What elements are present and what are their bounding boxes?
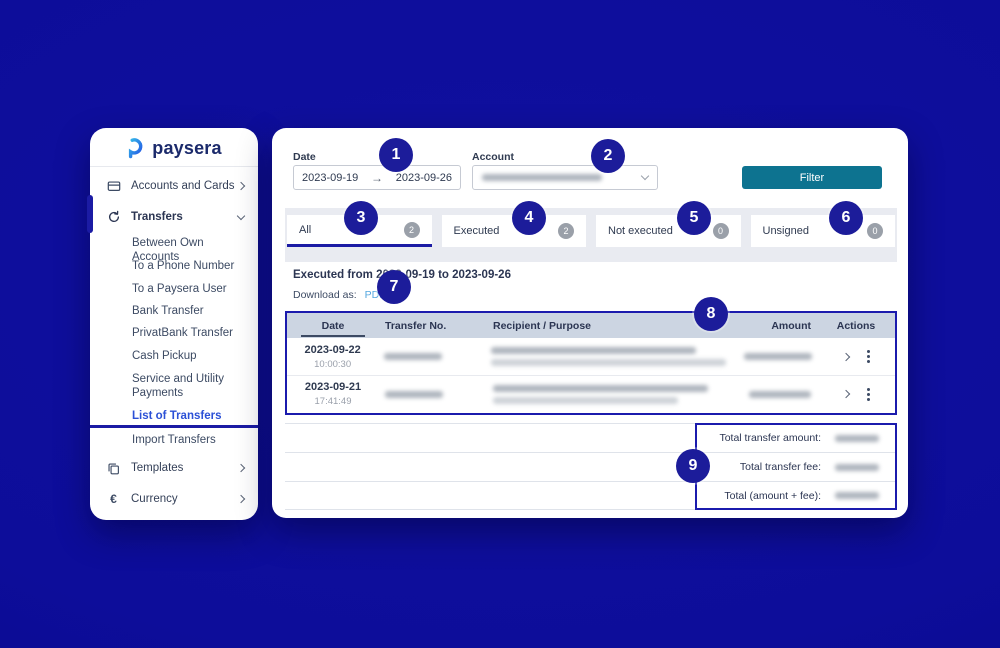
- transfers-list-panel: Date 2023-09-19 → 2023-09-26 Account Fil…: [272, 128, 908, 518]
- card-icon: [106, 179, 121, 194]
- cell-amount: [726, 353, 817, 360]
- total-amount-label: Total transfer amount:: [719, 432, 821, 444]
- total-amount-value-redacted: [835, 435, 879, 442]
- table-row[interactable]: 2023-09-21 17:41:49: [287, 375, 895, 412]
- cell-recipient-purpose: [489, 385, 725, 404]
- sidebar-item-label: Accounts and Cards: [131, 180, 238, 192]
- paysera-logo-icon: [126, 137, 146, 159]
- cell-transfer-no: [379, 391, 489, 398]
- sidebar-item-label: Templates: [131, 462, 238, 474]
- arrow-right-icon: →: [371, 171, 383, 185]
- cell-amount: [725, 391, 817, 398]
- account-field-label: Account: [472, 151, 514, 163]
- annotation-badge-6: 6: [829, 201, 863, 235]
- annotation-highlight-line: [90, 425, 258, 428]
- sidebar-item-templates[interactable]: Templates: [90, 458, 258, 478]
- annotation-badge-2: 2: [591, 139, 625, 173]
- account-select[interactable]: [472, 165, 658, 190]
- sidebar-item-bank-transfer[interactable]: Bank Transfer: [132, 305, 250, 319]
- total-fee-value-redacted: [835, 464, 879, 471]
- chevron-right-icon: [237, 464, 245, 472]
- tab-unsigned[interactable]: Unsigned 0: [751, 215, 896, 247]
- sidebar-item-label: Currency: [131, 493, 238, 505]
- sidebar-item-cash-pickup[interactable]: Cash Pickup: [132, 350, 250, 364]
- cell-date: 2023-09-22 10:00:30: [287, 344, 378, 370]
- kebab-menu-icon[interactable]: [867, 350, 870, 363]
- euro-icon: €: [106, 492, 121, 507]
- sidebar-item-label: Transfers: [131, 211, 238, 223]
- sidebar-item-currency[interactable]: € Currency: [90, 489, 258, 509]
- account-value-redacted: [482, 174, 602, 181]
- copy-icon: [106, 461, 121, 476]
- chevron-down-icon: [641, 172, 649, 180]
- annotation-badge-1: 1: [379, 138, 413, 172]
- sidebar-item-accounts-and-cards[interactable]: Accounts and Cards: [90, 176, 258, 196]
- total-amount-row: Total transfer amount:: [285, 423, 897, 452]
- sync-icon: [106, 210, 121, 225]
- chevron-right-icon: [237, 182, 245, 190]
- grand-total-row: Total (amount + fee):: [285, 481, 897, 510]
- column-header-actions: Actions: [817, 320, 895, 332]
- chevron-right-icon: [237, 495, 245, 503]
- sidebar-item-list-of-transfers[interactable]: List of Transfers: [132, 410, 250, 424]
- column-header-recipient[interactable]: Recipient / Purpose: [489, 320, 725, 332]
- paysera-logo-text: paysera: [152, 138, 221, 159]
- kebab-menu-icon[interactable]: [867, 388, 870, 401]
- table-header: Date Transfer No. Recipient / Purpose Am…: [287, 313, 895, 338]
- column-header-date[interactable]: Date: [287, 320, 379, 332]
- grand-total-value-redacted: [835, 492, 879, 499]
- chevron-down-icon: [237, 211, 245, 219]
- date-to-value[interactable]: 2023-09-26: [396, 172, 452, 184]
- cell-date: 2023-09-21 17:41:49: [287, 381, 379, 407]
- tab-count-badge: 0: [713, 223, 729, 239]
- transfers-table: Date Transfer No. Recipient / Purpose Am…: [285, 311, 897, 415]
- filter-button[interactable]: Filter: [742, 166, 882, 189]
- tab-count-badge: 2: [404, 222, 420, 238]
- date-range-input[interactable]: 2023-09-19 → 2023-09-26: [293, 165, 461, 190]
- sidebar-item-transfers[interactable]: Transfers: [90, 207, 258, 227]
- cell-transfer-no: [378, 353, 487, 360]
- open-transfer-chevron-icon[interactable]: [842, 352, 850, 360]
- annotation-badge-9: 9: [676, 449, 710, 483]
- open-transfer-chevron-icon[interactable]: [841, 390, 849, 398]
- tab-count-badge: 2: [558, 223, 574, 239]
- sidebar-item-to-paysera-user[interactable]: To a Paysera User: [132, 283, 250, 297]
- cell-actions: [818, 350, 895, 363]
- paysera-logo[interactable]: paysera: [90, 137, 258, 159]
- sort-indicator: [301, 335, 365, 337]
- tab-count-badge: 0: [867, 223, 883, 239]
- cell-actions: [817, 388, 895, 401]
- divider: [90, 166, 258, 167]
- tab-label: Unsigned: [763, 225, 809, 237]
- total-fee-label: Total transfer fee:: [740, 461, 821, 473]
- cell-recipient-purpose: [487, 347, 726, 366]
- download-row: Download as: PDF: [293, 289, 386, 301]
- annotation-badge-8: 8: [694, 297, 728, 331]
- annotation-badge-5: 5: [677, 201, 711, 235]
- annotation-badge-7: 7: [377, 270, 411, 304]
- column-header-transfer-no[interactable]: Transfer No.: [379, 320, 489, 332]
- sidebar-item-privatbank-transfer[interactable]: PrivatBank Transfer: [132, 327, 250, 341]
- column-header-amount[interactable]: Amount: [725, 320, 817, 332]
- grand-total-label: Total (amount + fee):: [724, 490, 821, 502]
- download-as-label: Download as:: [293, 289, 357, 301]
- sidebar-item-to-phone-number[interactable]: To a Phone Number: [132, 260, 250, 274]
- date-from-value[interactable]: 2023-09-19: [302, 172, 358, 184]
- annotation-badge-4: 4: [512, 201, 546, 235]
- tab-label: All: [299, 224, 311, 236]
- sidebar-item-import-transfers[interactable]: Import Transfers: [132, 434, 250, 448]
- sidebar: paysera Accounts and Cards Transfers Bet…: [90, 128, 258, 520]
- sidebar-item-service-utility-payments[interactable]: Service and Utility Payments: [132, 373, 250, 400]
- tab-not-executed[interactable]: Not executed 0: [596, 215, 741, 247]
- table-row[interactable]: 2023-09-22 10:00:30: [287, 338, 895, 375]
- date-field-label: Date: [293, 151, 316, 163]
- annotation-badge-3: 3: [344, 201, 378, 235]
- total-fee-row: Total transfer fee:: [285, 452, 897, 481]
- tab-label: Not executed: [608, 225, 673, 237]
- tab-label: Executed: [454, 225, 500, 237]
